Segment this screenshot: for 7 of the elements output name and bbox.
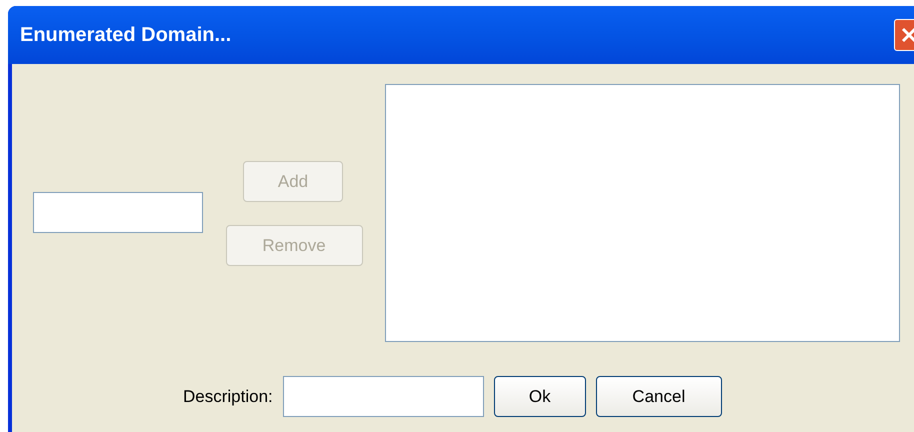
close-icon bbox=[900, 26, 914, 44]
window-title: Enumerated Domain... bbox=[20, 23, 232, 48]
dialog-button[interactable]: Cancel bbox=[596, 376, 722, 417]
description-field[interactable] bbox=[282, 376, 484, 417]
value-field[interactable] bbox=[33, 192, 203, 233]
description-label: Description: bbox=[183, 386, 273, 408]
dialog-button[interactable]: Ok bbox=[494, 376, 586, 417]
